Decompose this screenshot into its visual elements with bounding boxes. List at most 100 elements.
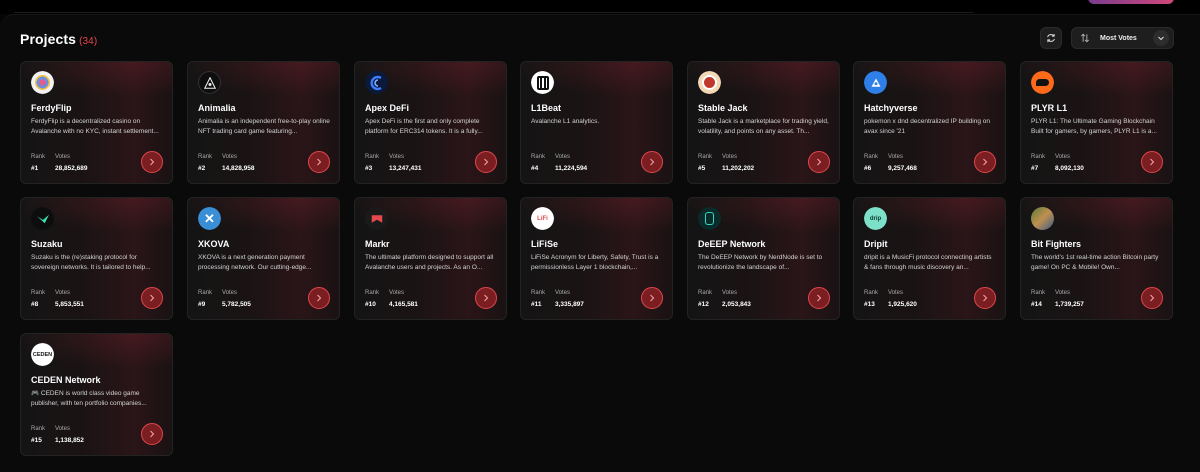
project-card[interactable]: Hatchyverse pokemon x dnd decentralized … <box>853 61 1006 184</box>
chevron-down-icon[interactable] <box>1153 30 1169 46</box>
chevron-right-icon <box>484 294 489 302</box>
project-name: DeEEP Network <box>698 239 766 249</box>
open-project-button[interactable] <box>308 287 330 309</box>
open-project-button[interactable] <box>641 151 663 173</box>
rank-label: Rank <box>864 290 879 296</box>
project-name: L1Beat <box>531 103 562 113</box>
open-project-button[interactable] <box>808 151 830 173</box>
votes-value: 4,165,581 <box>389 301 418 308</box>
rank-value: #14 <box>1031 301 1042 308</box>
projects-count: (34) <box>79 36 98 47</box>
open-project-button[interactable] <box>974 287 996 309</box>
chevron-right-icon <box>650 158 655 166</box>
project-logo-icon <box>1031 71 1054 94</box>
votes-label: Votes <box>555 154 571 160</box>
project-card[interactable]: Stable Jack Stable Jack is a marketplace… <box>687 61 840 184</box>
project-card[interactable]: ✕ XKOVA XKOVA is a next generation payme… <box>187 197 340 320</box>
project-logo-icon <box>365 207 388 230</box>
votes-label: Votes <box>389 290 405 296</box>
open-project-button[interactable] <box>308 151 330 173</box>
sort-select[interactable]: Most Votes <box>1071 27 1174 49</box>
project-card[interactable]: Apex DeFi Apex DeFi is the first and onl… <box>354 61 507 184</box>
votes-value: 2,053,843 <box>722 301 751 308</box>
project-card[interactable]: Animalia Animalia is an independent free… <box>187 61 340 184</box>
project-description: FerdyFlip is a decentralized casino on A… <box>31 118 159 135</box>
rank-label: Rank <box>198 154 213 160</box>
open-project-button[interactable] <box>475 287 497 309</box>
project-card[interactable]: PLYR L1 PLYR L1: The Ultimate Gaming Blo… <box>1020 61 1173 184</box>
votes-label: Votes <box>389 154 405 160</box>
project-name: Dripit <box>864 239 888 249</box>
votes-label: Votes <box>1055 154 1071 160</box>
open-project-button[interactable] <box>1141 287 1163 309</box>
votes-value: 11,202,202 <box>722 165 755 172</box>
votes-value: 14,828,958 <box>222 165 255 172</box>
project-card[interactable]: L1Beat Avalanche L1 analytics. Rank Vote… <box>520 61 673 184</box>
open-project-button[interactable] <box>475 151 497 173</box>
votes-value: 11,224,594 <box>555 165 588 172</box>
sort-label: Most Votes <box>1100 34 1137 42</box>
project-card[interactable]: drip Dripit dripit is a MusicFi protocol… <box>853 197 1006 320</box>
votes-label: Votes <box>555 290 571 296</box>
chevron-right-icon <box>983 294 988 302</box>
project-logo-icon: ✕ <box>198 207 221 230</box>
project-card[interactable]: FerdyFlip FerdyFlip is a decentralized c… <box>20 61 173 184</box>
votes-label: Votes <box>55 290 71 296</box>
chevron-right-icon <box>650 294 655 302</box>
project-card[interactable]: Bit Fighters The world's 1st real-time a… <box>1020 197 1173 320</box>
rank-value: #1 <box>31 165 39 172</box>
rank-value: #12 <box>698 301 709 308</box>
rank-value: #9 <box>198 301 206 308</box>
project-name: Hatchyverse <box>864 103 918 113</box>
rank-value: #4 <box>531 165 539 172</box>
rank-label: Rank <box>698 290 713 296</box>
project-description: Avalanche L1 analytics. <box>531 118 600 125</box>
votes-value: 9,257,468 <box>888 165 917 172</box>
top-bar <box>0 0 1200 14</box>
project-card[interactable]: Markr The ultimate platform designed to … <box>354 197 507 320</box>
chevron-right-icon <box>317 294 322 302</box>
project-description: The ultimate platform designed to suppor… <box>365 254 494 271</box>
rank-value: #2 <box>198 165 206 172</box>
chevron-right-icon <box>1150 158 1155 166</box>
votes-label: Votes <box>888 290 904 296</box>
project-name: FerdyFlip <box>31 103 72 113</box>
open-project-button[interactable] <box>1141 151 1163 173</box>
chevron-right-icon <box>150 158 155 166</box>
open-project-button[interactable] <box>141 423 163 445</box>
project-logo-icon <box>365 71 388 94</box>
project-description: XKOVA is a next generation payment proce… <box>198 254 312 271</box>
project-card[interactable]: Suzaku Suzaku is the (re)staking protoco… <box>20 197 173 320</box>
refresh-button[interactable] <box>1040 27 1062 49</box>
rank-label: Rank <box>31 426 46 432</box>
project-card[interactable]: LiFi LiFiSe LiFiSe Acronym for Liberty, … <box>520 197 673 320</box>
project-card[interactable]: DeEEP Network The DeEEP Network by NerdN… <box>687 197 840 320</box>
votes-label: Votes <box>722 154 738 160</box>
project-name: Animalia <box>198 103 236 113</box>
votes-value: 13,247,431 <box>389 165 422 172</box>
open-project-button[interactable] <box>141 151 163 173</box>
project-logo-icon: LiFi <box>531 207 554 230</box>
project-logo-icon: CEDEN <box>31 343 54 366</box>
open-project-button[interactable] <box>641 287 663 309</box>
rank-label: Rank <box>864 154 879 160</box>
project-description: pokemon x dnd decentralized IP building … <box>864 118 990 135</box>
rank-label: Rank <box>31 154 46 160</box>
rank-label: Rank <box>531 290 546 296</box>
project-name: PLYR L1 <box>1031 103 1068 113</box>
open-project-button[interactable] <box>974 151 996 173</box>
project-description: LiFiSe Acronym for Liberty, Safety, Trus… <box>531 254 659 271</box>
open-project-button[interactable] <box>141 287 163 309</box>
rank-value: #7 <box>1031 165 1039 172</box>
project-logo-icon <box>31 207 54 230</box>
project-name: Markr <box>365 239 390 249</box>
open-project-button[interactable] <box>808 287 830 309</box>
project-card[interactable]: CEDEN CEDEN Network 🎮 CEDEN is world cla… <box>20 333 173 456</box>
connect-wallet-button[interactable] <box>1088 0 1174 4</box>
rank-value: #3 <box>365 165 373 172</box>
chevron-right-icon <box>983 158 988 166</box>
page-title: Projects (34) <box>20 31 97 47</box>
rank-value: #10 <box>365 301 376 308</box>
project-logo-icon <box>198 71 221 94</box>
sort-arrows-icon <box>1078 31 1092 45</box>
